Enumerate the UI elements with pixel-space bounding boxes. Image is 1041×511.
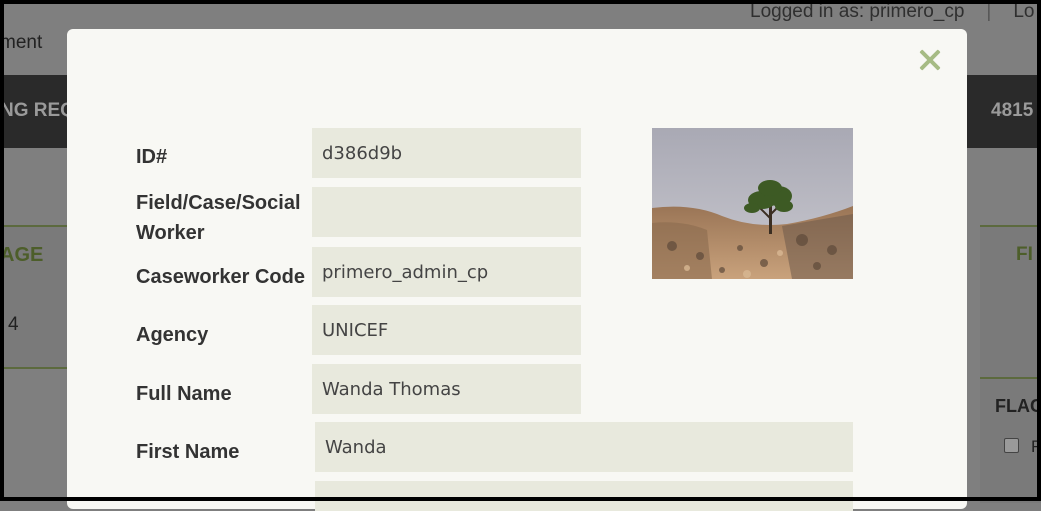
next-field[interactable] bbox=[315, 481, 853, 511]
social-worker-field[interactable] bbox=[312, 187, 581, 237]
photo-modal: ID# d386d9b Field/Case/Social Worker Cas… bbox=[67, 29, 967, 511]
flag-checkbox[interactable] bbox=[1004, 438, 1019, 453]
label-first-name: First Name bbox=[136, 441, 240, 463]
table-header-age: AGE bbox=[0, 244, 44, 266]
first-name-field[interactable]: Wanda bbox=[315, 422, 853, 472]
logged-in-text: Logged in as: primero_cp bbox=[750, 1, 965, 22]
flag-checkbox-label: F bbox=[1031, 437, 1041, 456]
menu-item-management[interactable]: ment bbox=[0, 32, 42, 54]
caseworker-code-field[interactable]: primero_admin_cp bbox=[312, 247, 581, 297]
id-field[interactable]: d386d9b bbox=[312, 128, 581, 178]
table-cell-age: 4 bbox=[8, 314, 19, 335]
close-icon[interactable] bbox=[915, 45, 945, 75]
login-status: Logged in as: primero_cp | Lo bbox=[750, 1, 1035, 23]
label-full-name: Full Name bbox=[136, 383, 232, 405]
label-id: ID# bbox=[136, 146, 168, 168]
filter-divider bbox=[980, 377, 1041, 379]
full-name-field[interactable]: Wanda Thomas bbox=[312, 364, 581, 414]
label-social-worker: Field/Case/Social Worker bbox=[136, 192, 301, 244]
flag-filter-header: FLAG bbox=[995, 396, 1041, 416]
agency-field[interactable]: UNICEF bbox=[312, 305, 581, 355]
label-caseworker-code: Caseworker Code bbox=[136, 266, 305, 288]
filter-panel bbox=[980, 225, 1041, 503]
header-separator: | bbox=[986, 1, 992, 22]
nav-count: 4815 bbox=[991, 100, 1034, 121]
nav-item-pending-requests[interactable]: NG REQ bbox=[0, 100, 75, 122]
label-agency: Agency bbox=[136, 324, 209, 346]
filter-header: FI bbox=[1016, 244, 1033, 265]
case-photo bbox=[652, 128, 853, 279]
logout-link[interactable]: Lo bbox=[1013, 1, 1034, 22]
tree-landscape-image bbox=[652, 128, 853, 279]
